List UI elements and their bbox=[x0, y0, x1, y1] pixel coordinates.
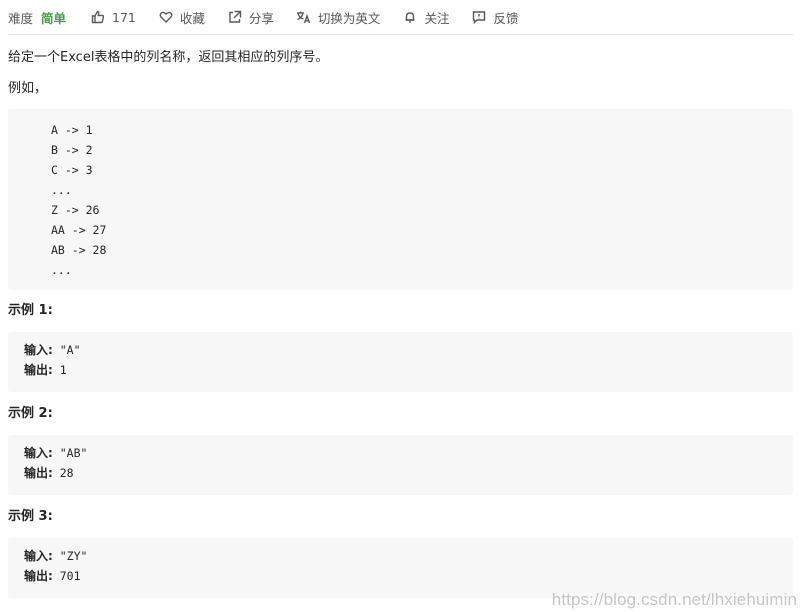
output-value: 701 bbox=[52, 569, 81, 583]
example-3-heading: 示例 3: bbox=[8, 509, 53, 524]
mapping-line: AA -> 27 bbox=[51, 223, 107, 237]
mapping-line: ... bbox=[51, 183, 72, 197]
follow-label: 关注 bbox=[424, 10, 450, 26]
share-icon bbox=[227, 9, 243, 25]
input-label: 输入: bbox=[24, 343, 53, 357]
feedback-button[interactable]: 反馈 bbox=[471, 8, 518, 27]
output-label: 输出: bbox=[24, 569, 53, 583]
input-label: 输入: bbox=[24, 549, 53, 563]
difficulty-badge: 简单 bbox=[41, 10, 67, 26]
mapping-line: B -> 2 bbox=[51, 143, 93, 157]
favorite-label: 收藏 bbox=[179, 10, 205, 26]
thumbs-up-icon bbox=[90, 9, 106, 25]
input-value: "ZY" bbox=[52, 549, 88, 563]
input-label: 输入: bbox=[24, 446, 53, 460]
bell-icon bbox=[402, 9, 418, 25]
problem-toolbar: 难度 简单 171 收藏 分享 切换为英文 关注 反馈 bbox=[8, 0, 793, 35]
mapping-line: AB -> 28 bbox=[51, 243, 107, 257]
watermark: https://blog.csdn.net/lhxiehuimin bbox=[551, 590, 797, 609]
example-2-codeblock: 输入: "AB" 输出: 28 bbox=[8, 435, 793, 495]
output-value: 28 bbox=[52, 466, 74, 480]
like-count: 171 bbox=[112, 9, 136, 25]
share-button[interactable]: 分享 bbox=[227, 8, 274, 27]
problem-description: 给定一个Excel表格中的列名称，返回其相应的列序号。 bbox=[8, 50, 329, 65]
mapping-line: ... bbox=[51, 263, 72, 277]
share-label: 分享 bbox=[248, 10, 274, 26]
translate-icon bbox=[296, 9, 312, 25]
input-value: "A" bbox=[52, 343, 81, 357]
input-value: "AB" bbox=[52, 446, 88, 460]
output-value: 1 bbox=[52, 363, 67, 377]
output-label: 输出: bbox=[24, 363, 53, 377]
mapping-line: C -> 3 bbox=[51, 163, 93, 177]
example-1-heading: 示例 1: bbox=[8, 303, 53, 318]
feedback-label: 反馈 bbox=[493, 10, 519, 26]
favorite-button[interactable]: 收藏 bbox=[158, 8, 205, 27]
heart-icon bbox=[158, 9, 174, 25]
problem-content: 给定一个Excel表格中的列名称，返回其相应的列序号。 例如， A -> 1 B… bbox=[8, 47, 793, 598]
example-2-heading: 示例 2: bbox=[8, 406, 53, 421]
example-3-codeblock: 输入: "ZY" 输出: 701 bbox=[8, 538, 793, 598]
translate-label: 切换为英文 bbox=[317, 10, 381, 26]
example-1-codeblock: 输入: "A" 输出: 1 bbox=[8, 332, 793, 392]
follow-button[interactable]: 关注 bbox=[402, 8, 449, 27]
mapping-line: Z -> 26 bbox=[51, 203, 100, 217]
difficulty-label: 难度 bbox=[8, 10, 34, 26]
feedback-icon bbox=[471, 9, 487, 25]
output-label: 输出: bbox=[24, 466, 53, 480]
like-button[interactable]: 171 bbox=[90, 9, 136, 25]
translate-button[interactable]: 切换为英文 bbox=[296, 8, 381, 27]
mapping-line: A -> 1 bbox=[51, 123, 93, 137]
column-mapping-codeblock: A -> 1 B -> 2 C -> 3 ... Z -> 26 AA -> 2… bbox=[8, 109, 793, 290]
example-intro: 例如， bbox=[8, 81, 48, 96]
